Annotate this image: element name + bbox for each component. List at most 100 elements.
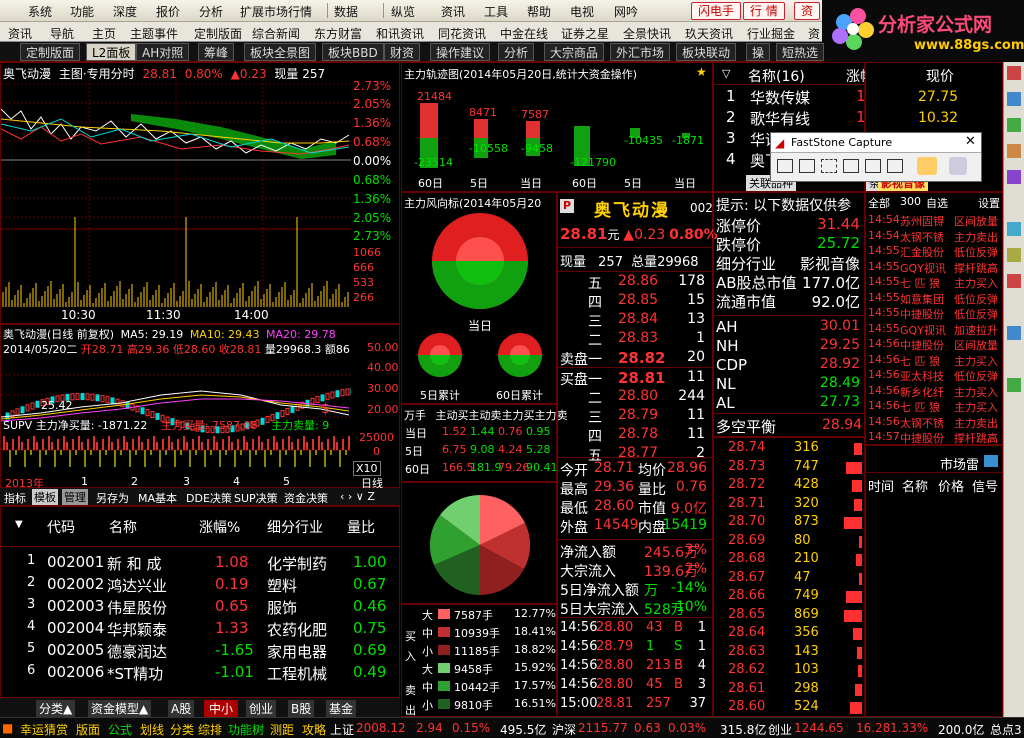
tab3-2[interactable]: AH对照 <box>136 43 190 61</box>
signal-row[interactable]: 14:56 中捷股份 区间放量 <box>866 337 1002 353</box>
menu-depth[interactable]: 深度 <box>113 3 137 20</box>
capture-window-icon[interactable] <box>777 159 793 173</box>
ind-tab-4[interactable]: MA基本 <box>138 490 177 506</box>
rank-row-0[interactable]: 1华数传媒1.83 <box>714 87 889 107</box>
menu-ext-market[interactable]: 扩展市场行情 <box>240 3 312 20</box>
sells-row-3[interactable]: 二 28.83 1 <box>558 330 711 349</box>
signal-row[interactable]: 14:56 亚太科技 低位反弹 <box>866 368 1002 384</box>
tab3-13[interactable]: 短热选 <box>776 43 825 61</box>
tab2-10[interactable]: 证券之星 <box>561 25 609 42</box>
col-pct[interactable]: 涨幅% <box>199 517 240 537</box>
faststone-close-icon[interactable]: ✕ <box>965 134 976 149</box>
signal-row[interactable]: 14:54 苏州固锝 区间放量 <box>866 213 1002 229</box>
col-code[interactable]: 代码 <box>47 517 75 537</box>
tool-icon-6[interactable] <box>1007 222 1021 236</box>
menu-system[interactable]: 系统 <box>28 3 52 20</box>
stock-row-0[interactable]: 1 002001 新 和 成 1.08 化学制药 1.00 <box>1 551 401 573</box>
tab3-9[interactable]: 大宗商品 <box>544 43 605 61</box>
output-palette-icon[interactable] <box>917 157 937 175</box>
signal-row[interactable]: 14:55 如意集团 低位反弹 <box>866 291 1002 307</box>
menu-function[interactable]: 功能 <box>70 3 94 20</box>
mtab-1[interactable]: 资金模型▲ <box>88 700 152 717</box>
tab2-0[interactable]: 资讯 <box>8 25 32 42</box>
tab3-4[interactable]: 板块全景图 <box>244 43 317 61</box>
tool-icon-10[interactable] <box>1007 378 1021 392</box>
signal-row[interactable]: 14:56 七 匹 狼主力买入 <box>866 399 1002 415</box>
tab3-10[interactable]: 外汇市场 <box>610 43 671 61</box>
signal-row[interactable]: 14:56 七 匹 狼主力买入 <box>866 353 1002 369</box>
sb-item-8[interactable]: 攻略 <box>302 721 326 738</box>
ind-tab-2[interactable]: 管理 <box>62 489 88 505</box>
status-lock-icon[interactable]: ■ <box>2 721 13 735</box>
tab2-6[interactable]: 东方财富 <box>314 25 362 42</box>
settings-icon[interactable] <box>949 157 967 175</box>
signal-row[interactable]: 14:56 新乡化纤 主力买入 <box>866 384 1002 400</box>
signal-row[interactable]: 14:55 七 匹 狼 主力买入 <box>866 275 1002 291</box>
tab3-5[interactable]: 板块BBD <box>322 43 384 61</box>
capture-fullscreen-icon[interactable] <box>843 159 859 173</box>
col-industry[interactable]: 细分行业 <box>267 517 323 537</box>
tab2-7[interactable]: 和讯资讯 <box>376 25 424 42</box>
info-button[interactable]: 资 <box>794 2 821 20</box>
sells-row-2[interactable]: 三 28.84 13 <box>558 311 711 330</box>
signal-row[interactable]: 14:54 太钢不锈 主力卖出 <box>866 229 1002 245</box>
buys-row-2[interactable]: 三 28.79 11 <box>558 407 711 426</box>
tab2-13[interactable]: 行业掘金 <box>747 25 795 42</box>
sort-down-icon[interactable]: ▼ <box>15 519 23 530</box>
stock-row-2[interactable]: 3 002003 伟星股份 0.65 服饰 0.46 <box>1 595 401 617</box>
tab2-11[interactable]: 全景快讯 <box>623 25 671 42</box>
tab2-14[interactable]: 资 <box>808 25 820 42</box>
quote-button[interactable]: 行 情 <box>743 2 785 20</box>
radar-icon[interactable] <box>984 455 998 467</box>
news-setting-tab[interactable]: 设置 <box>978 195 1000 211</box>
mtab-4[interactable]: 创业 <box>246 700 277 717</box>
sb-item-2[interactable]: 公式 <box>108 721 132 738</box>
ind-tab-7[interactable]: 资金决策 <box>284 490 328 506</box>
menu-news[interactable]: 资讯 <box>441 3 465 20</box>
mtab-5[interactable]: B股 <box>288 700 315 717</box>
buys-row-3[interactable]: 四 28.78 11 <box>558 426 711 445</box>
stock-row-4[interactable]: 5 002005 德豪润达 -1.65 家用电器 0.69 <box>1 639 401 661</box>
ind-tab-0[interactable]: 指标 <box>4 490 26 506</box>
signal-row[interactable]: 14:55 中捷股份 低位反弹 <box>866 306 1002 322</box>
sb-item-0[interactable]: 幸运猜赏 <box>20 721 68 738</box>
ind-tab-6[interactable]: SUP决策 <box>234 490 278 506</box>
sb-item-1[interactable]: 版面 <box>76 721 100 738</box>
tab3-8[interactable]: 分析 <box>498 43 535 61</box>
menu-tv[interactable]: 电视 <box>570 3 594 20</box>
capture-region-icon[interactable] <box>821 159 837 173</box>
tab3-11[interactable]: 板块联动 <box>676 43 737 61</box>
kline-chart-panel[interactable]: 奥飞动漫(日线 前复权) MA5: 29.19 MA10: 29.43 MA20… <box>0 324 400 490</box>
tool-icon-1[interactable] <box>1007 66 1021 80</box>
tab3-3[interactable]: 筹峰 <box>198 43 235 61</box>
tab3-1[interactable]: L2面板 <box>86 43 137 61</box>
tool-icon-2[interactable] <box>1007 92 1021 106</box>
news-zixuan-tab[interactable]: 自选 <box>926 195 948 211</box>
tab3-12[interactable]: 操 <box>746 43 771 61</box>
star-icon[interactable]: ★ <box>696 65 707 79</box>
menu-analysis[interactable]: 分析 <box>199 3 223 20</box>
menu-quote[interactable]: 报价 <box>156 3 180 20</box>
rank-row-1[interactable]: 2歌华有线1.57 <box>714 108 889 128</box>
ind-prev-icon[interactable]: ‹ › ∨ Z <box>340 490 375 503</box>
tab2-12[interactable]: 玖天资讯 <box>685 25 733 42</box>
sells-row-0[interactable]: 五 28.86 178 <box>558 273 711 292</box>
sells-row-4[interactable]: 卖盘一 28.82 20 <box>558 349 711 368</box>
mtab-6[interactable]: 基金 <box>326 700 357 717</box>
menu-tools[interactable]: 工具 <box>484 3 508 20</box>
signal-row[interactable]: 14:56 太钢不锈 主力卖出 <box>866 415 1002 431</box>
mtab-0[interactable]: 分类▲ <box>36 700 76 717</box>
intraday-chart-panel[interactable]: 奥飞动漫 主图·专用分时 28.81 0.80% ▲0.23 现量 257 10… <box>0 62 400 324</box>
tool-icon-7[interactable] <box>1007 248 1021 262</box>
sells-row-1[interactable]: 四 28.85 15 <box>558 292 711 311</box>
tab2-2[interactable]: 主页 <box>92 25 116 42</box>
stock-row-1[interactable]: 2 002002 鸿达兴业 0.19 塑料 0.67 <box>1 573 401 595</box>
news-300-tab[interactable]: 300 <box>900 195 921 208</box>
ind-tab-1[interactable]: 模板 <box>32 489 58 505</box>
signal-row[interactable]: 14:57 中捷股份 撑杆跳高 <box>866 430 1002 446</box>
capture-scroll-icon[interactable] <box>887 159 903 173</box>
mtab-3[interactable]: 中小 <box>204 700 239 717</box>
tab3-7[interactable]: 操作建议 <box>430 43 491 61</box>
capture-object-icon[interactable] <box>799 159 815 173</box>
stock-row-5[interactable]: 6 002006 *ST精功 -1.01 工程机械 0.49 <box>1 661 401 683</box>
